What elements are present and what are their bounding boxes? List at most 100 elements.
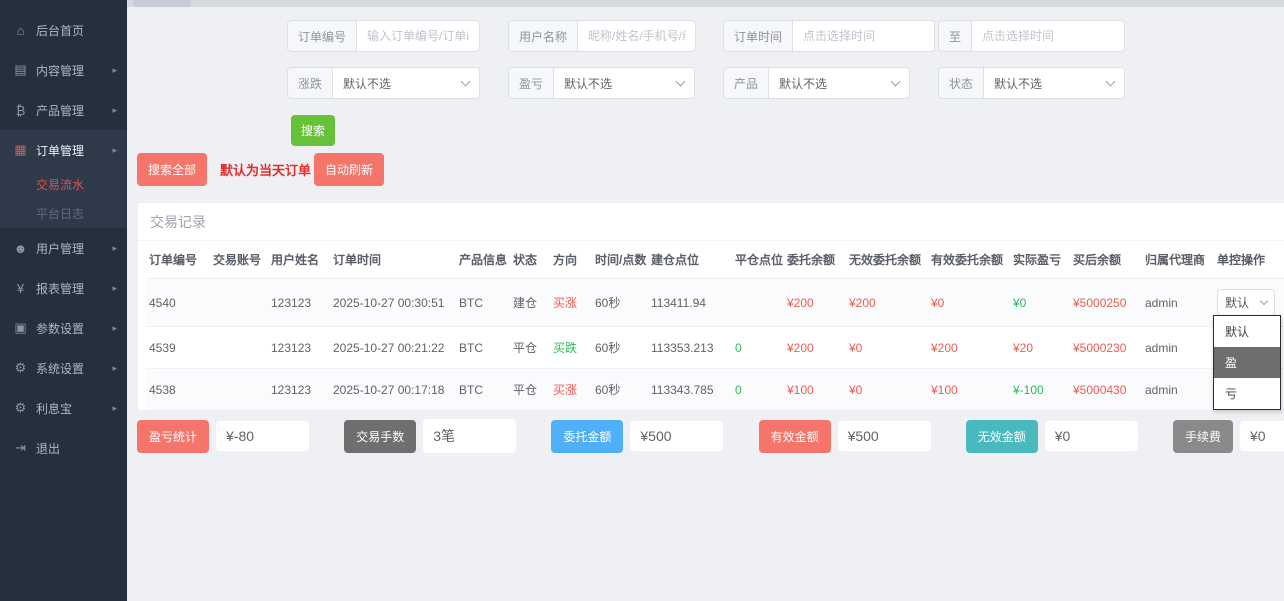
sidebar-item-dashboard[interactable]: ⌂后台首页 [0, 10, 127, 50]
search-all-button[interactable]: 搜索全部 [137, 153, 207, 186]
cell-status: 建仓 [510, 279, 550, 327]
cell-account [210, 327, 268, 369]
cell-order-no: 4540 [146, 279, 210, 327]
status-filter: 状态 默认不选 [938, 67, 1125, 99]
cell-order-no: 4538 [146, 369, 210, 411]
chevron-right-icon: ▸ [112, 403, 117, 414]
trade-records-table: 订单编号交易账号用户姓名订单时间产品信息状态方向时间/点数建仓点位平仓点位委托余… [146, 241, 1284, 410]
search-button[interactable]: 搜索 [291, 115, 335, 146]
sidebar-item-label: 用户管理 [36, 240, 84, 257]
status-select[interactable]: 默认不选 [983, 67, 1125, 99]
cell-entrust: ¥200 [784, 279, 846, 327]
product-select[interactable]: 默认不选 [768, 67, 910, 99]
column-header: 委托余额 [784, 241, 846, 279]
cell-duration: 60秒 [592, 327, 648, 369]
trade-records-panel: 交易记录 订单编号交易账号用户姓名订单时间产品信息状态方向时间/点数建仓点位平仓… [137, 202, 1284, 411]
control-option[interactable]: 亏 [1214, 378, 1280, 409]
chevron-right-icon: ▸ [112, 145, 117, 156]
cell-product: BTC [456, 279, 510, 327]
column-header: 买后余额 [1070, 241, 1142, 279]
cell-valid-entrust: ¥100 [928, 369, 1010, 411]
filter-bar: 订单编号 用户名称 订单时间 至 涨跌 默认不选 [127, 7, 1284, 99]
stat-group: 无效金额¥0 [966, 419, 1138, 453]
cell-entrust: ¥100 [784, 369, 846, 411]
order-no-input[interactable] [356, 20, 480, 52]
top-tab [133, 0, 191, 7]
cell-direction: 买跌 [550, 327, 592, 369]
sidebar-subitem[interactable]: 交易流水 [0, 170, 127, 199]
column-header: 归属代理商 [1142, 241, 1214, 279]
control-select[interactable]: 默认 [1217, 289, 1275, 316]
sidebar-item-label: 报表管理 [36, 280, 84, 297]
stat-label: 手续费 [1173, 420, 1233, 453]
stat-group: 交易手数3笔 [344, 419, 516, 453]
sidebar-item-order[interactable]: ▦订单管理▸ [0, 130, 127, 170]
control-select-value: 默认 [1225, 294, 1249, 311]
sidebar-subitem[interactable]: 平台日志 [0, 199, 127, 228]
chevron-down-icon [1260, 297, 1268, 305]
chevron-right-icon: ▸ [112, 363, 117, 374]
cell-user: 123123 [268, 327, 330, 369]
cell-direction: 买涨 [550, 279, 592, 327]
cell-invalid-entrust: ¥0 [846, 369, 928, 411]
control-dropdown: 默认盈亏 [1213, 315, 1281, 410]
table-row: 45391231232025-10-27 00:21:22BTC平仓买跌60秒1… [146, 327, 1284, 369]
order-time-to-filter: 至 [938, 20, 1125, 52]
sidebar-item-params[interactable]: ▣参数设置▸ [0, 308, 127, 348]
rise-fall-select[interactable]: 默认不选 [332, 67, 480, 99]
cell-actual-pl: ¥0 [1010, 279, 1070, 327]
order-time-input[interactable] [792, 20, 935, 52]
cell-after-balance: ¥5000430 [1070, 369, 1142, 411]
cell-after-balance: ¥5000230 [1070, 327, 1142, 369]
to-label: 至 [938, 20, 971, 52]
sidebar-item-system[interactable]: ⚙系统设置▸ [0, 348, 127, 388]
quick-buttons-row: 搜索全部 默认为当天订单 自动刷新 [137, 153, 1284, 186]
profit-loss-label: 盈亏 [508, 67, 553, 99]
cell-status: 平仓 [510, 369, 550, 411]
product-filter: 产品 默认不选 [723, 67, 910, 99]
cell-time: 2025-10-27 00:21:22 [330, 327, 456, 369]
column-header: 平仓点位 [732, 241, 784, 279]
sidebar-item-label: 产品管理 [36, 102, 84, 119]
stat-label: 盈亏统计 [137, 420, 209, 453]
control-option[interactable]: 默认 [1214, 316, 1280, 347]
stat-value: ¥0 [1045, 421, 1138, 451]
sidebar-item-user[interactable]: ☻用户管理▸ [0, 228, 127, 268]
top-strip [127, 0, 1284, 7]
sidebar-item-content[interactable]: ▤内容管理▸ [0, 50, 127, 90]
chevron-right-icon: ▸ [112, 283, 117, 294]
cell-valid-entrust: ¥0 [928, 279, 1010, 327]
rise-fall-label: 涨跌 [287, 67, 332, 99]
cell-close-point: 0 [732, 369, 784, 411]
profit-loss-select[interactable]: 默认不选 [553, 67, 695, 99]
cell-user: 123123 [268, 279, 330, 327]
column-header: 无效委托余额 [846, 241, 928, 279]
cell-order-no: 4539 [146, 327, 210, 369]
sidebar-item-interest[interactable]: ⚙利息宝▸ [0, 388, 127, 428]
sidebar-item-label: 订单管理 [36, 142, 84, 159]
user-name-input[interactable] [577, 20, 696, 52]
auto-refresh-button[interactable]: 自动刷新 [314, 153, 384, 186]
cell-account [210, 279, 268, 327]
cell-time: 2025-10-27 00:17:18 [330, 369, 456, 411]
column-header: 有效委托余额 [928, 241, 1010, 279]
cell-duration: 60秒 [592, 279, 648, 327]
order-time-to-input[interactable] [971, 20, 1125, 52]
chevron-right-icon: ▸ [112, 105, 117, 116]
stat-value: 3笔 [423, 419, 516, 453]
control-option[interactable]: 盈 [1214, 347, 1280, 378]
rise-fall-filter: 涨跌 默认不选 [287, 67, 480, 99]
cell-invalid-entrust: ¥0 [846, 327, 928, 369]
logout-icon: ⇥ [13, 440, 28, 456]
sidebar-item-report[interactable]: ¥报表管理▸ [0, 268, 127, 308]
column-header: 产品信息 [456, 241, 510, 279]
table-row: 45401231232025-10-27 00:30:51BTC建仓买涨60秒1… [146, 279, 1284, 327]
sidebar-item-logout[interactable]: ⇥退出 [0, 428, 127, 468]
sidebar-item-product[interactable]: ₿产品管理▸ [0, 90, 127, 130]
table-row: 45381231232025-10-27 00:17:18BTC平仓买涨60秒1… [146, 369, 1284, 411]
stat-value: ¥500 [838, 421, 931, 451]
cell-product: BTC [456, 369, 510, 411]
column-header: 实际盈亏 [1010, 241, 1070, 279]
cell-control: 默认默认盈亏 [1214, 279, 1284, 327]
cell-time: 2025-10-27 00:30:51 [330, 279, 456, 327]
